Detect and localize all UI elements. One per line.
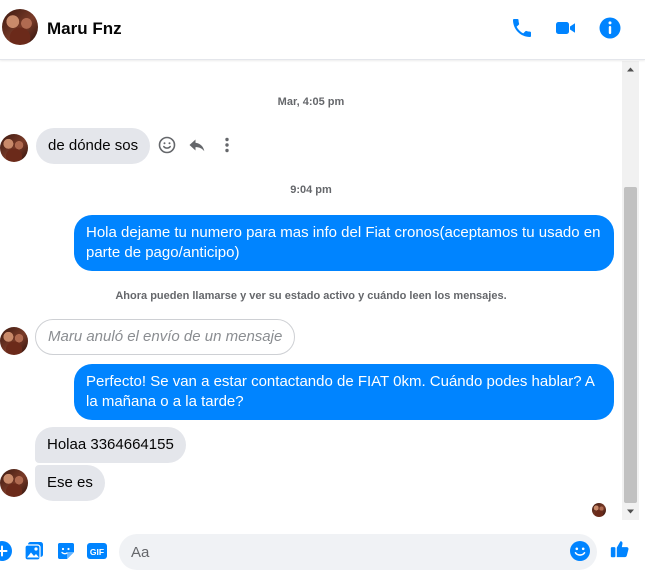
outgoing-message[interactable]: Hola dejame tu numero para mas info del … bbox=[74, 215, 614, 271]
thumbs-up-icon[interactable] bbox=[609, 538, 633, 562]
reply-icon[interactable] bbox=[187, 135, 207, 155]
system-notice: Ahora pueden llamarse y ver su estado ac… bbox=[115, 290, 507, 302]
smiley-react-icon[interactable] bbox=[157, 135, 177, 155]
message-thread[interactable]: Mar, 4:05 pm de dónde sos 9:04 pm Hola d… bbox=[0, 61, 622, 520]
incoming-message[interactable]: de dónde sos bbox=[36, 128, 151, 164]
sticker-icon[interactable] bbox=[55, 540, 77, 562]
plus-icon[interactable] bbox=[0, 540, 13, 562]
read-receipt-avatar bbox=[592, 503, 606, 517]
scroll-down-arrow-icon[interactable] bbox=[622, 503, 639, 520]
message-input[interactable] bbox=[119, 534, 597, 570]
unsent-message: Maru anuló el envío de un mensaje bbox=[35, 319, 296, 355]
photo-icon[interactable] bbox=[23, 540, 45, 562]
info-icon[interactable] bbox=[598, 16, 622, 40]
video-camera-icon[interactable] bbox=[554, 16, 578, 40]
contact-avatar-small[interactable] bbox=[0, 469, 28, 497]
emoji-icon[interactable] bbox=[569, 540, 591, 562]
more-options-icon[interactable] bbox=[217, 135, 237, 155]
message-actions bbox=[157, 135, 237, 155]
timestamp: 9:04 pm bbox=[290, 184, 332, 196]
contact-avatar-small[interactable] bbox=[0, 327, 28, 355]
timestamp: Mar, 4:05 pm bbox=[277, 96, 345, 108]
contact-name[interactable]: Maru Fnz bbox=[47, 19, 122, 39]
gif-label: GIF bbox=[90, 547, 104, 557]
thread-scrollbar[interactable] bbox=[622, 61, 639, 520]
contact-avatar-small[interactable] bbox=[0, 134, 28, 162]
phone-icon[interactable] bbox=[510, 16, 534, 40]
incoming-message[interactable]: Holaa 3364664155 bbox=[35, 427, 186, 463]
message-composer: GIF bbox=[0, 530, 645, 571]
scrollbar-thumb[interactable] bbox=[624, 187, 637, 503]
contact-avatar[interactable] bbox=[2, 9, 38, 45]
incoming-message[interactable]: Ese es bbox=[35, 465, 105, 501]
conversation-header: Maru Fnz bbox=[0, 0, 645, 60]
scroll-up-arrow-icon[interactable] bbox=[622, 61, 639, 78]
gif-icon[interactable]: GIF bbox=[86, 540, 108, 562]
outgoing-message[interactable]: Perfecto! Se van a estar contactando de … bbox=[74, 364, 614, 420]
